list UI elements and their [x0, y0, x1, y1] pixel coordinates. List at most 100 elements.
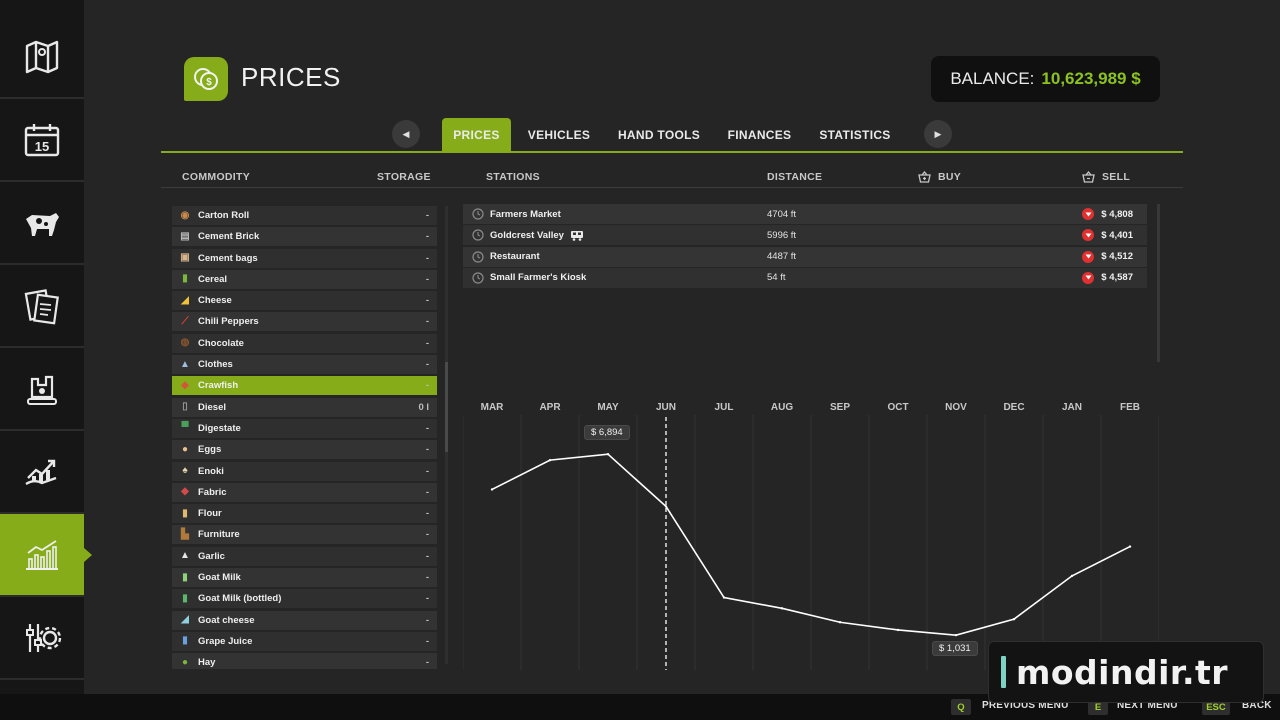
cereal-icon: ▮ — [182, 273, 188, 285]
commodity-row[interactable]: ◍ Chocolate - — [172, 333, 437, 353]
commodity-name: Hay — [198, 657, 216, 669]
tab-prev-button[interactable]: ◀ — [392, 120, 420, 148]
balance-display: BALANCE: 10,623,989 $ — [931, 56, 1160, 102]
commodity-storage: - — [425, 508, 429, 520]
commodity-name: Goat Milk (bottled) — [198, 593, 282, 605]
column-commodity[interactable]: COMMODITY — [182, 171, 250, 183]
station-sell-price: $ 4,401 — [1101, 229, 1133, 241]
cheese-icon: ◢ — [181, 294, 189, 306]
production-icon — [27, 375, 57, 405]
commodity-storage: - — [425, 252, 429, 264]
commodity-row[interactable]: ▲ Garlic - — [172, 546, 437, 566]
stations-scrollbar[interactable] — [1157, 204, 1160, 362]
commodity-row[interactable]: ▮ Cereal - — [172, 269, 437, 289]
hay-icon: ● — [181, 656, 189, 668]
column-sell[interactable]: SELL — [1082, 171, 1130, 183]
commodity-name: Chocolate — [198, 337, 244, 349]
commodity-row[interactable]: ⟋ Chili Peppers - — [172, 312, 437, 332]
commodity-row[interactable]: ▙ Furniture - — [172, 525, 437, 545]
tab-vehicles[interactable]: VEHICLES — [523, 118, 595, 152]
station-sell: $ 4,512 — [1082, 250, 1133, 263]
commodity-row[interactable]: ▮ Goat Milk (bottled) - — [172, 589, 437, 609]
stations-list: Farmers Market 4704 ft $ 4,808 Goldcrest Va… — [463, 204, 1147, 289]
commodity-row[interactable]: ▯ Diesel 0 l — [172, 397, 437, 417]
price-point — [896, 628, 900, 632]
column-stations[interactable]: STATIONS — [486, 171, 540, 183]
commodity-storage: - — [425, 529, 429, 541]
station-row[interactable]: Goldcrest Valley 5996 ft $ 4,401 — [463, 225, 1147, 246]
prev-menu-key[interactable]: Q — [951, 699, 971, 715]
sidebar-item-prices[interactable] — [0, 514, 92, 597]
commodity-row[interactable]: ◢ Cheese - — [172, 291, 437, 311]
sidebar: 15 — [0, 0, 92, 694]
tab-statistics[interactable]: STATISTICS — [814, 118, 896, 152]
sidebar-item-calendar[interactable]: 15 — [0, 99, 84, 182]
commodity-row[interactable]: ▀ Digestate - — [172, 418, 437, 438]
commodity-row[interactable]: ● Eggs - — [172, 440, 437, 460]
watermark-bar — [1001, 656, 1006, 688]
station-name: Small Farmer's Kiosk — [490, 272, 587, 284]
cement-bags-icon: ▣ — [180, 252, 190, 264]
commodity-row[interactable]: ▤ Cement Brick - — [172, 227, 437, 247]
station-sell-price: $ 4,512 — [1101, 251, 1133, 263]
enoki-icon: ♠ — [182, 465, 188, 477]
cement-brick-icon: ▤ — [180, 230, 190, 242]
sidebar-item-contracts[interactable] — [0, 265, 84, 348]
station-name: Restaurant — [490, 251, 540, 263]
chart-month-label: NOV — [945, 402, 967, 413]
contracts-icon — [24, 288, 59, 325]
commodity-storage: - — [425, 635, 429, 647]
commodity-row[interactable]: ◉ Carton Roll - — [172, 206, 437, 225]
chart-month-label: DEC — [1003, 402, 1024, 413]
commodity-row[interactable]: ▮ Grape Juice - — [172, 631, 437, 651]
flour-icon: ▮ — [182, 507, 188, 519]
commodity-row[interactable]: ▣ Cement bags - — [172, 248, 437, 268]
commodity-scrollbar-thumb[interactable] — [445, 362, 448, 452]
station-row[interactable]: Small Farmer's Kiosk 54 ft $ 4,587 — [463, 267, 1147, 288]
commodity-storage: - — [425, 614, 429, 626]
price-point — [954, 633, 958, 637]
station-distance: 4704 ft — [767, 208, 797, 220]
column-storage[interactable]: STORAGE — [377, 171, 431, 183]
commodity-row[interactable]: ▮ Goat Milk - — [172, 568, 437, 588]
commodity-row[interactable]: ● Hay - — [172, 653, 437, 669]
commodity-row[interactable]: ▲ Clothes - — [172, 355, 437, 375]
prices-page-icon: $ — [184, 57, 228, 101]
commodity-row[interactable]: ▮ Flour - — [172, 504, 437, 524]
sidebar-item-animals[interactable] — [0, 182, 84, 265]
commodity-storage: - — [425, 657, 429, 669]
chart-month-label: APR — [539, 402, 561, 413]
tab-hand-tools[interactable]: HAND TOOLS — [613, 118, 705, 152]
column-buy[interactable]: BUY — [918, 171, 961, 183]
commodity-row[interactable]: ◆ Crawfish - — [172, 376, 437, 396]
garlic-icon: ▲ — [180, 550, 190, 562]
balance-value: 10,623,989 $ — [1041, 69, 1141, 88]
station-row[interactable]: Restaurant 4487 ft $ 4,512 — [463, 246, 1147, 267]
station-row[interactable]: Farmers Market 4704 ft $ 4,808 — [463, 204, 1147, 224]
sidebar-item-settings[interactable] — [0, 597, 84, 680]
sidebar-item-finances[interactable] — [0, 431, 84, 514]
calendar-icon: 15 — [24, 123, 60, 156]
commodity-name: Cheese — [198, 295, 232, 307]
sidebar-item-production[interactable] — [0, 348, 84, 431]
crawfish-icon: ◆ — [181, 379, 189, 391]
tab-finances[interactable]: FINANCES — [722, 118, 797, 152]
tab-prices[interactable]: PRICES — [442, 118, 511, 152]
clothes-icon: ▲ — [180, 358, 190, 370]
sidebar-item-map[interactable] — [0, 16, 84, 99]
price-point — [838, 621, 842, 624]
commodity-storage: - — [425, 486, 429, 498]
column-distance[interactable]: DISTANCE — [767, 171, 822, 183]
commodity-name: Flour — [198, 508, 222, 520]
commodity-row[interactable]: ◆ Fabric - — [172, 482, 437, 502]
chevron-right-icon: ▶ — [934, 128, 942, 139]
commodity-row[interactable]: ◢ Goat cheese - — [172, 610, 437, 630]
price-point — [1070, 574, 1074, 578]
column-sell-label: SELL — [1102, 171, 1131, 183]
tab-divider — [161, 151, 1183, 153]
commodity-row[interactable]: ♠ Enoki - — [172, 461, 437, 481]
tab-next-button[interactable]: ▶ — [924, 120, 952, 148]
commodity-name: Digestate — [198, 422, 241, 434]
map-icon — [25, 40, 59, 73]
commodity-name: Goat Milk — [198, 572, 241, 584]
